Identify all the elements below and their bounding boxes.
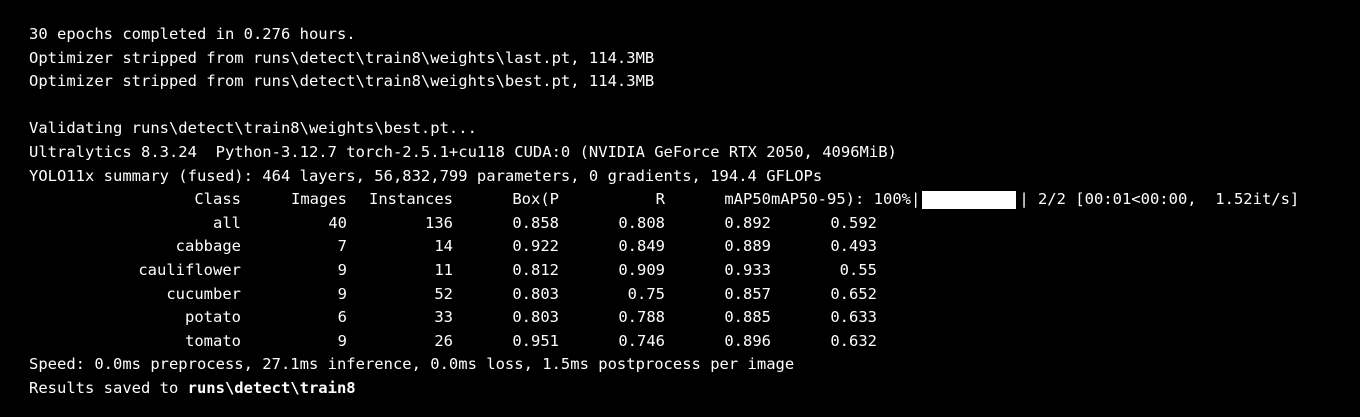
cell-class: all bbox=[213, 213, 241, 232]
progress-bar bbox=[922, 190, 1017, 209]
cell-box-p: 0.803 bbox=[512, 308, 559, 327]
cell-map50: 0.892 bbox=[724, 213, 771, 232]
header-images: Images bbox=[291, 190, 347, 209]
cell-instances: 26 bbox=[434, 331, 453, 350]
cell-box-p: 0.858 bbox=[512, 213, 559, 232]
table-row: tomato 9 26 0.951 0.746 0.896 0.632 bbox=[29, 330, 1349, 354]
cell-images: 9 bbox=[337, 331, 347, 350]
cell-box-p: 0.922 bbox=[512, 237, 559, 256]
cell-box-p: 0.803 bbox=[512, 284, 559, 303]
progress-stats: | 2/2 [00:01<00:00, 1.52it/s] bbox=[1019, 190, 1300, 209]
header-class: Class bbox=[194, 190, 241, 209]
cell-map50: 0.889 bbox=[724, 237, 771, 256]
terminal-output: 30 epochs completed in 0.276 hours. Opti… bbox=[29, 23, 1349, 401]
epochs-line: 30 epochs completed in 0.276 hours. bbox=[29, 25, 356, 43]
header-box-p: Box(P bbox=[512, 190, 559, 209]
cell-instances: 33 bbox=[434, 308, 453, 327]
cell-images: 9 bbox=[337, 260, 347, 279]
cell-images: 9 bbox=[337, 284, 347, 303]
optimizer-best-line: Optimizer stripped from runs\detect\trai… bbox=[29, 72, 655, 91]
table-row: all 40 136 0.858 0.808 0.892 0.592 bbox=[29, 212, 1349, 236]
cell-class: cauliflower bbox=[138, 260, 241, 279]
cell-map50: 0.885 bbox=[724, 308, 771, 327]
cell-map50-95: 0.592 bbox=[830, 213, 877, 232]
cell-images: 6 bbox=[337, 308, 347, 327]
cell-class: tomato bbox=[185, 331, 241, 350]
cell-r: 0.849 bbox=[618, 237, 665, 256]
results-path: runs\detect\train8 bbox=[187, 378, 356, 397]
table-body: all 40 136 0.858 0.808 0.892 0.592 cabbage 7 14 0.… bbox=[29, 212, 1349, 354]
table-row: cucumber 9 52 0.803 0.75 0.857 0.652 bbox=[29, 283, 1349, 307]
cell-instances: 14 bbox=[434, 237, 453, 256]
speed-line: Speed: 0.0ms preprocess, 27.1ms inferenc… bbox=[29, 355, 795, 374]
cell-map50: 0.896 bbox=[724, 331, 771, 350]
cell-r: 0.808 bbox=[618, 213, 665, 232]
header-r: R bbox=[655, 190, 665, 209]
cell-images: 40 bbox=[328, 213, 347, 232]
terminal-window: { "lines_top": [ "30 epochs completed in… bbox=[0, 0, 1360, 417]
cell-instances: 52 bbox=[434, 284, 453, 303]
cell-images: 7 bbox=[337, 237, 347, 256]
table-row: cabbage 7 14 0.922 0.849 0.889 0.493 bbox=[29, 235, 1349, 259]
cell-map50-95: 0.55 bbox=[839, 260, 877, 279]
cell-r: 0.788 bbox=[618, 308, 665, 327]
table-header: Class Images Instances Box(P R mAP50 mAP… bbox=[29, 188, 1349, 212]
header-map50: mAP50 bbox=[724, 190, 771, 209]
cell-map50: 0.857 bbox=[724, 284, 771, 303]
header-instances: Instances bbox=[369, 190, 453, 209]
cell-map50-95: 0.493 bbox=[830, 237, 877, 256]
results-line: Results saved to runs\detect\train8 bbox=[29, 377, 1349, 401]
cell-class: cabbage bbox=[175, 237, 241, 256]
cell-map50-95: 0.632 bbox=[830, 331, 877, 350]
environment-line: Ultralytics 8.3.24 Python-3.12.7 torch-2… bbox=[29, 142, 897, 161]
results-label: Results saved to bbox=[29, 378, 188, 397]
optimizer-last-line: Optimizer stripped from runs\detect\trai… bbox=[29, 48, 655, 67]
validating-line: Validating runs\detect\train8\weights\be… bbox=[29, 119, 477, 138]
cell-box-p: 0.951 bbox=[512, 331, 559, 350]
cell-instances: 136 bbox=[425, 213, 453, 232]
header-map50-95: mAP50-95): 100%| bbox=[771, 190, 921, 209]
cell-r: 0.75 bbox=[627, 284, 665, 303]
cell-map50: 0.933 bbox=[724, 260, 771, 279]
cell-r: 0.909 bbox=[618, 260, 665, 279]
table-row: potato 6 33 0.803 0.788 0.885 0.633 bbox=[29, 306, 1349, 330]
cell-map50-95: 0.652 bbox=[830, 284, 877, 303]
cell-map50-95: 0.633 bbox=[830, 308, 877, 327]
cell-class: potato bbox=[185, 308, 241, 327]
cell-box-p: 0.812 bbox=[512, 260, 559, 279]
cell-class: cucumber bbox=[166, 284, 241, 303]
cell-r: 0.746 bbox=[618, 331, 665, 350]
cell-instances: 11 bbox=[434, 260, 453, 279]
header-progress-group: mAP50-95): 100%| | 2/2 [00:01<00:00, 1.52… bbox=[771, 188, 1299, 212]
model-summary-line: YOLO11x summary (fused): 464 layers, 56,… bbox=[29, 166, 823, 185]
table-row: cauliflower 9 11 0.812 0.909 0.933 0.55 bbox=[29, 259, 1349, 283]
